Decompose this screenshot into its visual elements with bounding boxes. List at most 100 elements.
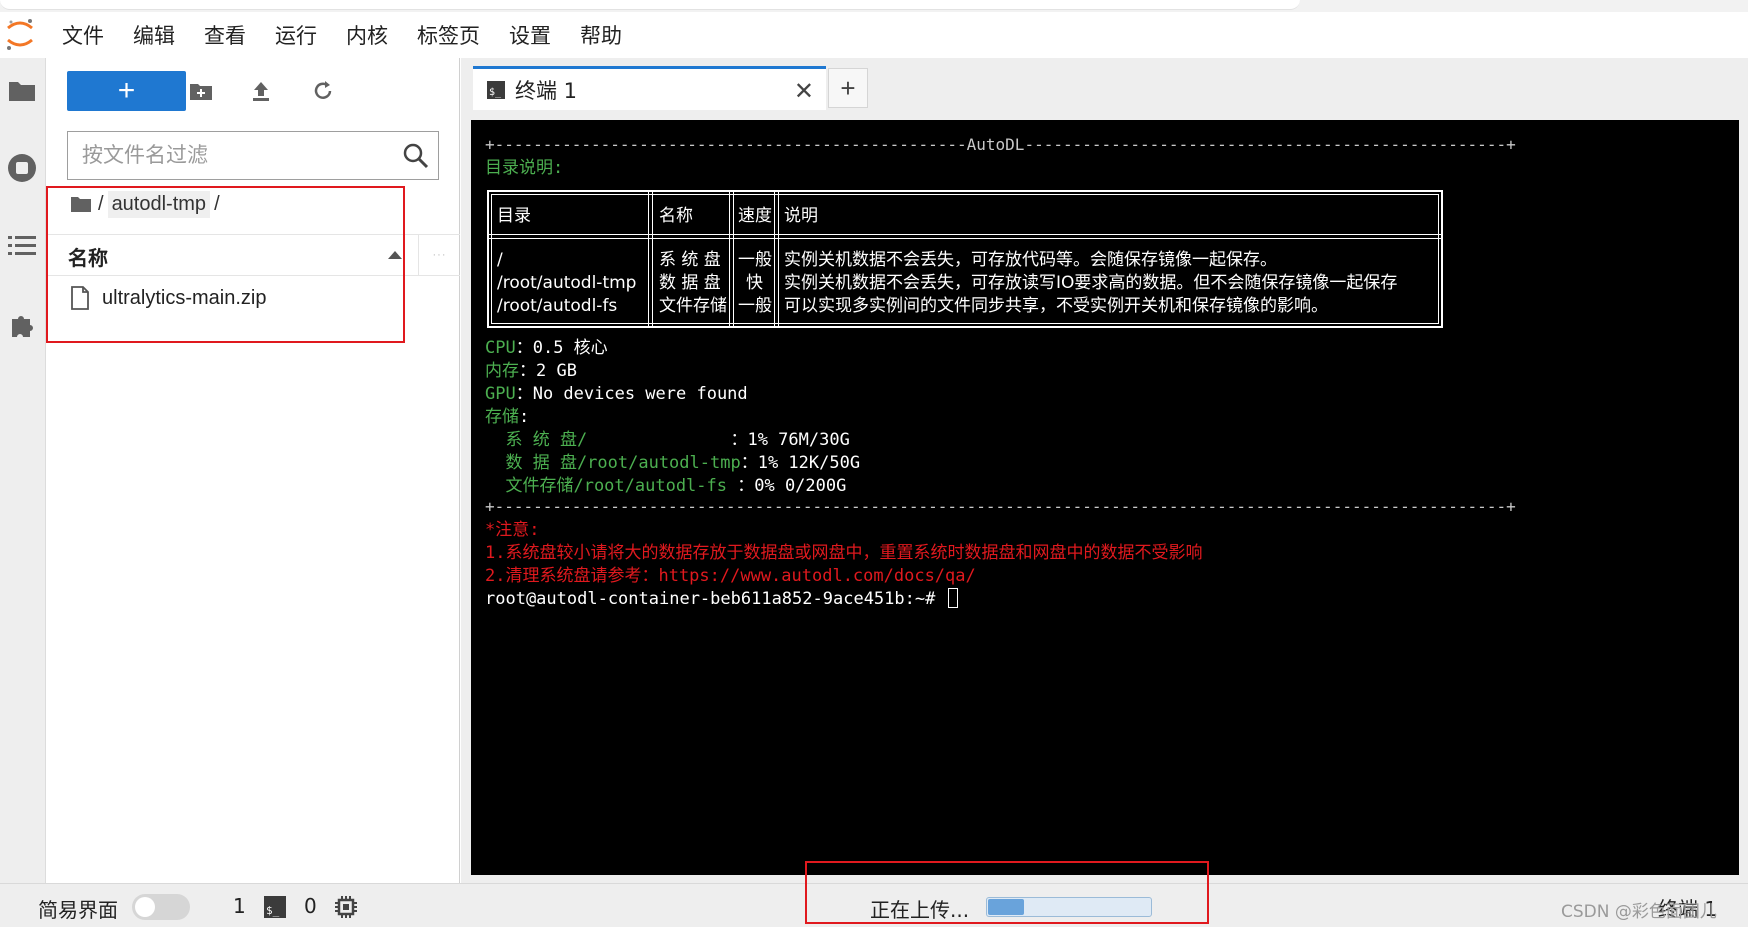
storage-row-label: 数 据 盘/root/autodl-tmp [485,453,741,473]
main-dock-area: $_ 终端 1 ✕ + +---------------------------… [461,58,1748,883]
terminal-icon[interactable]: $_ [264,896,286,918]
upload-icon[interactable] [246,76,276,106]
storage-colon: : [519,407,530,427]
file-browser-toolbar: + [46,58,460,124]
new-launcher-button[interactable]: + [67,71,186,111]
running-stop-icon[interactable] [6,152,38,184]
menu-tabs[interactable]: 标签页 [417,20,480,50]
terminal-notice-title: *注意: [485,520,540,540]
menu-items: 文件 编辑 查看 运行 内核 标签页 设置 帮助 [62,20,651,50]
tab-bar: $_ 终端 1 ✕ + [461,58,1748,110]
table-cell: 数 据 盘 [659,273,721,293]
file-list-header: 名称 ··· [46,234,460,276]
storage-label: 存储 [485,407,519,427]
cpu-label: CPU [485,338,516,358]
storage-row-label: 文件存储/root/autodl-fs [485,476,738,496]
status-bar: 简易界面 1 $_ 0 正在上传... [0,883,1748,927]
menu-run[interactable]: 运行 [275,20,317,50]
table-header-dir: 目录 [497,206,531,226]
menu-bar: 文件 编辑 查看 运行 内核 标签页 设置 帮助 [0,12,1748,58]
breadcrumb-separator: / [214,192,220,215]
table-header-speed: 速度 [738,206,772,226]
mem-value: ：2 GB [519,361,577,381]
terminal-notice-1: 1.系统盘较小请将大的数据存放于数据盘或网盘中，重置系统时数据盘和网盘中的数据不… [485,543,1203,563]
table-cell: 系 统 盘 [659,250,721,270]
new-folder-icon[interactable] [186,76,216,106]
table-cell: /root/autodl-fs [497,296,618,316]
table-cell: 一般 [738,250,772,270]
storage-row-value: ：1% 76M/30G [730,430,850,450]
gpu-label: GPU [485,384,516,404]
menu-edit[interactable]: 编辑 [133,20,175,50]
terminal-storage-line: 存储: [485,406,529,428]
terminal-view[interactable]: +---------------------------------------… [471,120,1739,875]
jupyter-logo-icon [7,19,33,50]
mem-label: 内存 [485,361,519,381]
terminal-prompt: root@autodl-container-beb611a852-9ace451… [485,589,946,609]
menu-view[interactable]: 查看 [204,20,246,50]
terminal-notice-2: 2.清理系统盘请参考：https://www.autodl.com/docs/q… [485,566,976,586]
column-name-header[interactable]: 名称 [68,242,108,271]
terminal-banner-bottom: +---------------------------------------… [485,497,1516,516]
close-icon[interactable]: ✕ [794,77,814,106]
cpu-value: ：0.5 核心 [515,338,608,358]
column-more[interactable]: ··· [418,234,460,276]
table-of-contents-icon[interactable] [6,230,38,262]
activity-bar [0,58,46,883]
tab-label: 终端 1 [515,78,578,103]
tab-terminal-1[interactable]: $_ 终端 1 ✕ [473,66,826,110]
watermark-text: CSDN @彩色面团儿 [1561,902,1717,922]
upload-status-text: 正在上传... [870,898,970,922]
upload-progress-fill [988,899,1025,915]
file-browser-panel: + / autodl-tmp / 名称 ··· [46,58,460,883]
file-filter-input[interactable] [68,132,378,178]
storage-row-label: 系 统 盘/ [485,430,731,450]
terminal-prompt-line: root@autodl-container-beb611a852-9ace451… [485,588,958,610]
terminal-storage-row: 文件存储/root/autodl-fs ：0% 0/200G [485,475,846,497]
simple-mode-toggle[interactable] [132,894,190,920]
sort-ascending-icon[interactable] [388,251,402,259]
kernels-count[interactable]: 0 [304,894,317,918]
terminal-mem-line: 内存：2 GB [485,360,577,382]
directory-table: 目录 名称 速度 说明 / /root/autodl-tmp /root/aut… [487,190,1443,328]
breadcrumb: / autodl-tmp / [70,182,220,226]
terminal-icon: $_ [487,80,505,99]
file-list-item[interactable]: ultralytics-main.zip [46,278,460,318]
breadcrumb-folder[interactable]: autodl-tmp [107,190,211,218]
search-icon[interactable] [402,142,430,170]
breadcrumb-separator: / [98,192,104,215]
table-cell: /root/autodl-tmp [497,273,637,293]
table-header-name: 名称 [659,206,693,226]
storage-row-value: ：0% 0/200G [737,476,847,496]
terminal-dir-title: 目录说明: [485,158,564,178]
kernel-chip-icon[interactable] [334,895,358,919]
terminal-storage-row: 数 据 盘/root/autodl-tmp：1% 12K/50G [485,452,860,474]
simple-mode-label: 简易界面 [38,898,118,922]
file-icon [71,286,89,310]
terminal-banner-top: +---------------------------------------… [485,135,1516,154]
table-cell: 实例关机数据不会丢失，可存放读写IO要求高的数据。但不会随保存镜像一起保存 [784,273,1398,293]
terminals-count[interactable]: 1 [233,894,246,918]
table-cell: 可以实现多实例间的文件同步共享，不受实例开关机和保存镜像的影响。 [784,296,1328,316]
gpu-value: ：No devices were found [515,384,748,404]
browser-top-strip [0,0,1748,12]
menu-file[interactable]: 文件 [62,20,104,50]
home-folder-icon[interactable] [70,195,92,213]
upload-progress-bar [986,897,1152,917]
add-tab-button[interactable]: + [828,68,868,108]
folder-icon[interactable] [6,74,38,106]
table-cell: 实例关机数据不会丢失，可存放代码等。会随保存镜像一起保存。 [784,250,1277,270]
menu-help[interactable]: 帮助 [580,20,622,50]
refresh-icon[interactable] [308,76,338,106]
table-cell: 文件存储 [659,296,727,316]
table-cell: 快 [746,273,763,293]
table-cell: 一般 [738,296,772,316]
menu-settings[interactable]: 设置 [509,20,551,50]
extensions-puzzle-icon[interactable] [6,308,38,340]
table-header-desc: 说明 [784,206,818,226]
terminal-cursor [947,588,958,608]
menu-kernel[interactable]: 内核 [346,20,388,50]
terminal-gpu-line: GPU：No devices were found [485,383,748,405]
file-filter-box [67,131,439,180]
file-name: ultralytics-main.zip [102,286,267,309]
